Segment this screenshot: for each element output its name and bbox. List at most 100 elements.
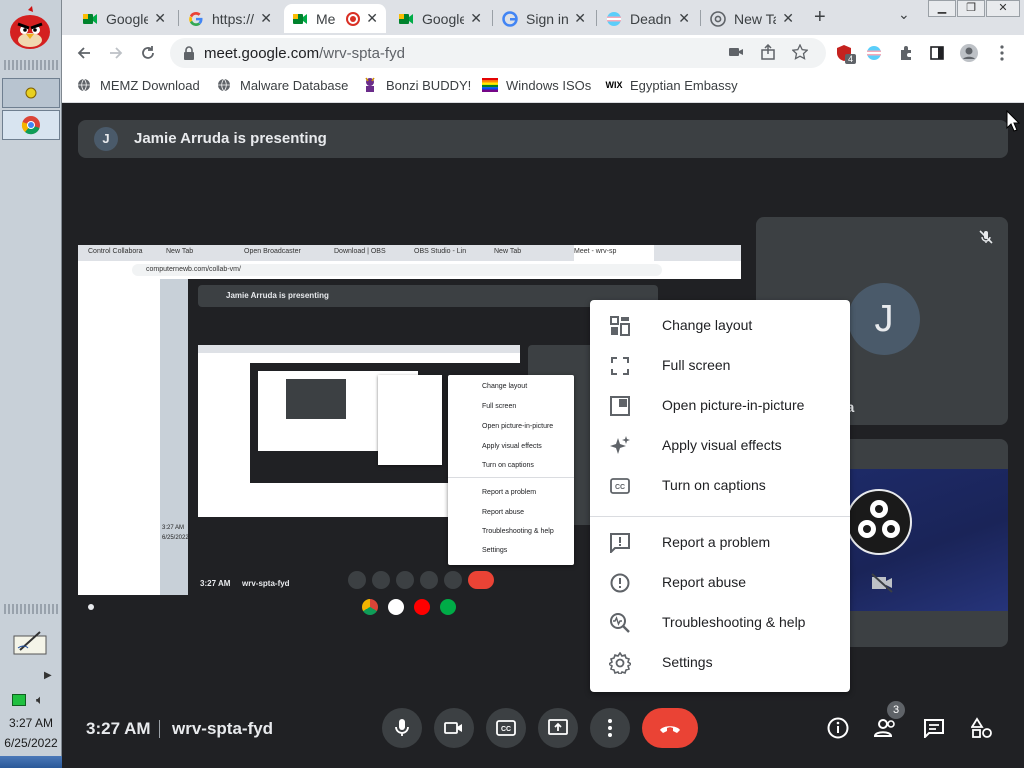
tab-search-icon[interactable]: ⌄ [898,6,910,23]
close-window-button[interactable]: ✕ [986,0,1020,17]
bonzi-icon [362,77,378,93]
menu-item-change-layout[interactable]: Change layout [590,306,850,346]
taskbar-time: 3:27 AM [8,716,54,730]
camera-button[interactable] [434,708,474,748]
close-tab-icon[interactable]: ✕ [574,10,586,27]
alert-icon [608,571,632,595]
close-tab-icon[interactable]: ✕ [782,10,794,27]
close-tab-icon[interactable]: ✕ [260,10,272,27]
captions-icon: CC [496,720,516,736]
extension-shield-icon[interactable]: 4 [833,42,857,64]
svg-text:CC: CC [615,484,625,491]
recording-icon [346,11,361,26]
maximize-button[interactable]: ❐ [957,0,985,17]
tab-google-2[interactable]: Google ✕ [390,4,490,33]
network-icon[interactable] [12,694,26,706]
nested-code: wrv-spta-fyd [242,579,290,588]
new-tab-icon[interactable]: + [814,6,826,29]
close-tab-icon[interactable]: ✕ [678,10,690,27]
windows-icon [482,77,498,93]
tab-sign-in[interactable]: Sign in ✕ [494,4,594,33]
menu-item-picture-in-picture[interactable]: Open picture-in-picture [590,386,850,426]
meet-icon [292,11,308,27]
taskbar-grip[interactable] [4,60,58,70]
address-bar[interactable]: meet.google.com/wrv-spta-fyd [170,38,826,68]
forward-icon[interactable] [105,42,127,64]
menu-item-report-abuse[interactable]: Report abuse [590,563,850,603]
close-tab-icon[interactable]: ✕ [470,10,482,27]
tab-meet-active[interactable]: Me ✕ [284,4,386,33]
flag-icon [606,11,622,27]
url-text: meet.google.com/wrv-spta-fyd [204,45,405,62]
troubleshoot-icon [608,611,632,635]
lock-icon[interactable] [182,45,196,66]
more-options-menu: Change layout Full screen Open picture-i… [590,300,850,692]
taskbar-date: 6/25/2022 [4,736,58,750]
tray-arrow-icon[interactable]: ▶ [44,670,52,681]
settings-icon [608,651,632,675]
menu-item-settings[interactable]: Settings [590,643,850,683]
bookmark-memz[interactable]: MEMZ Download [76,77,200,93]
nested-taskbar: 3:27 AM 6/25/2022 [160,279,189,595]
bookmark-windows-isos[interactable]: Windows ISOs [482,77,591,93]
meet-icon [82,11,98,27]
taskbar-item-app[interactable] [2,78,60,108]
dock-youtube-icon [414,599,430,615]
angry-bird-icon[interactable] [6,6,54,50]
presenting-text: Jamie Arruda is presenting [134,130,327,147]
bookmark-malware-db[interactable]: Malware Database [216,77,348,93]
camera-icon[interactable] [728,45,744,64]
tab-https[interactable]: https://✕ [180,4,280,33]
google-icon [188,11,204,27]
extension-flag-icon[interactable] [863,42,885,64]
back-icon[interactable] [73,42,95,64]
mouse-cursor-icon [1006,109,1021,137]
menu-item-report-problem[interactable]: Report a problem [590,523,850,563]
nested-tab: New Tab [166,248,194,255]
bookmark-egyptian-embassy[interactable]: WIX Egyptian Embassy [606,77,738,93]
present-button[interactable] [538,708,578,748]
people-icon [874,719,895,737]
extensions-puzzle-icon[interactable] [895,42,917,64]
more-options-button[interactable] [590,708,630,748]
meet-controls: 3:27 AM wrv-spta-fyd CC 3 [62,688,1024,768]
taskbar: ▶ 🔈︎ 3:27 AM 6/25/2022 [0,0,62,768]
chrome-menu-icon[interactable] [991,42,1013,64]
tab-new-tab[interactable]: New Ta ✕ [702,4,802,33]
tab-google-1[interactable]: Google ✕ [74,4,174,33]
avatar: J [94,127,118,151]
menu-item-troubleshooting[interactable]: Troubleshooting & help [590,603,850,643]
tab-deadn[interactable]: Deadn ✕ [598,4,698,33]
omnibar: meet.google.com/wrv-spta-fyd 4 [62,35,1024,71]
minimize-button[interactable]: ▁ [928,0,956,17]
participant-avatar: J [848,283,920,355]
nested-omnibar: computernewb.com/collab-vm/ [78,261,741,279]
chat-button[interactable] [918,712,950,744]
bookmark-bonzi[interactable]: Bonzi BUDDY! [362,77,471,93]
end-call-icon [660,726,680,733]
side-panel-icon[interactable] [926,42,948,64]
feedback-icon [608,531,632,555]
microphone-button[interactable] [382,708,422,748]
menu-item-captions[interactable]: CC Turn on captions [590,466,850,506]
close-tab-icon[interactable]: ✕ [154,10,166,27]
close-tab-icon[interactable]: ✕ [366,10,378,27]
taskbar-bottom-strip [0,756,62,768]
taskbar-item-chrome[interactable] [2,110,60,140]
profile-icon[interactable] [958,42,980,64]
meeting-info-button[interactable] [822,712,854,744]
menu-item-full-screen[interactable]: Full screen [590,346,850,386]
camera-icon [444,722,462,734]
volume-icon[interactable]: 🔈︎ [36,692,44,708]
reload-icon[interactable] [137,42,159,64]
globe-icon [216,77,232,93]
activities-button[interactable] [966,712,998,744]
bookmark-star-icon[interactable] [791,43,809,65]
camera-off-icon [870,573,894,598]
captions-button[interactable]: CC [486,708,526,748]
share-icon[interactable] [760,43,776,65]
nested-tab: Meet - wrv-sp [574,248,617,255]
pen-icon[interactable] [12,626,48,656]
leave-call-button[interactable] [642,708,698,748]
menu-item-visual-effects[interactable]: Apply visual effects [590,426,850,466]
